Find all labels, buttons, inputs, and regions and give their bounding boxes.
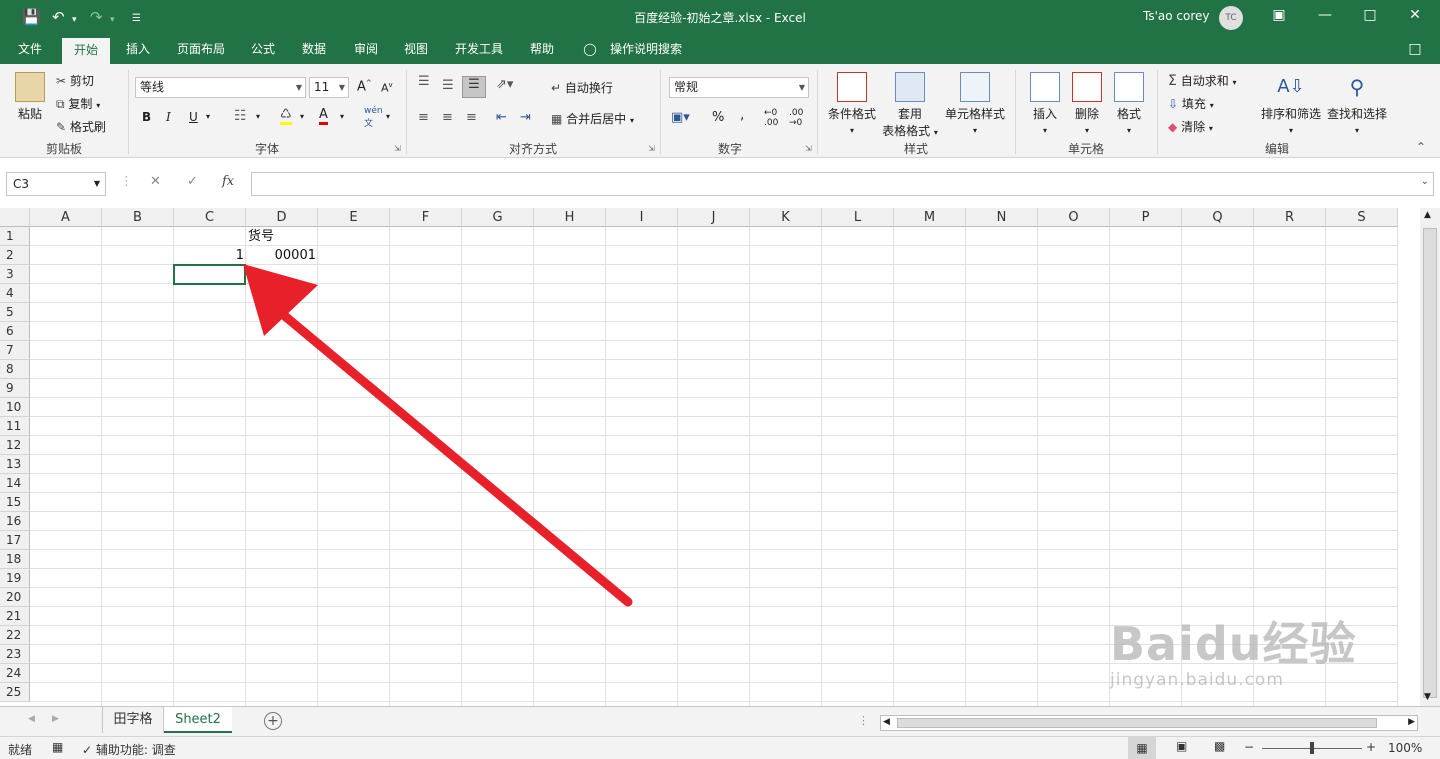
horizontal-scrollbar[interactable]: ◀ ▶ [880,715,1418,731]
scroll-right-icon[interactable]: ▶ [1408,717,1415,727]
page-break-view-icon[interactable]: ▩ [1214,739,1225,753]
tab-split-icon[interactable]: ⋮ [858,714,869,727]
sheet-tab-2[interactable]: Sheet2 [164,707,232,733]
zoom-out-icon[interactable]: − [1244,740,1254,754]
sheet-tab-1[interactable]: 田字格 [102,707,164,733]
zoom-in-icon[interactable]: + [1366,740,1376,754]
zoom-level[interactable]: 100% [1388,741,1422,755]
accessibility-icon: ✓ [82,743,93,757]
next-sheet-icon[interactable]: ▶ [52,714,59,724]
sheet-tab-bar: ◀ ▶ 田字格 Sheet2 + ⋮ ◀ ▶ [0,706,1440,736]
prev-sheet-icon[interactable]: ◀ [28,714,35,724]
baidu-watermark: Baidu经验 jingyan.baidu.com [1110,617,1357,690]
page-layout-view-icon[interactable]: ▣ [1176,739,1187,753]
normal-view-icon[interactable]: ▦ [1128,737,1156,759]
macro-record-icon[interactable]: ▦ [52,740,63,754]
accessibility-status[interactable]: ✓ 辅助功能: 调查 [82,741,176,758]
horizontal-scroll-thumb[interactable] [897,718,1377,728]
zoom-slider-thumb[interactable] [1310,742,1314,754]
status-bar: 就绪 ▦ ✓ 辅助功能: 调查 ▦ ▣ ▩ − + 100% [0,736,1440,759]
add-sheet-icon[interactable]: + [264,712,282,730]
scroll-left-icon[interactable]: ◀ [883,717,890,727]
ready-status: 就绪 [8,743,33,757]
